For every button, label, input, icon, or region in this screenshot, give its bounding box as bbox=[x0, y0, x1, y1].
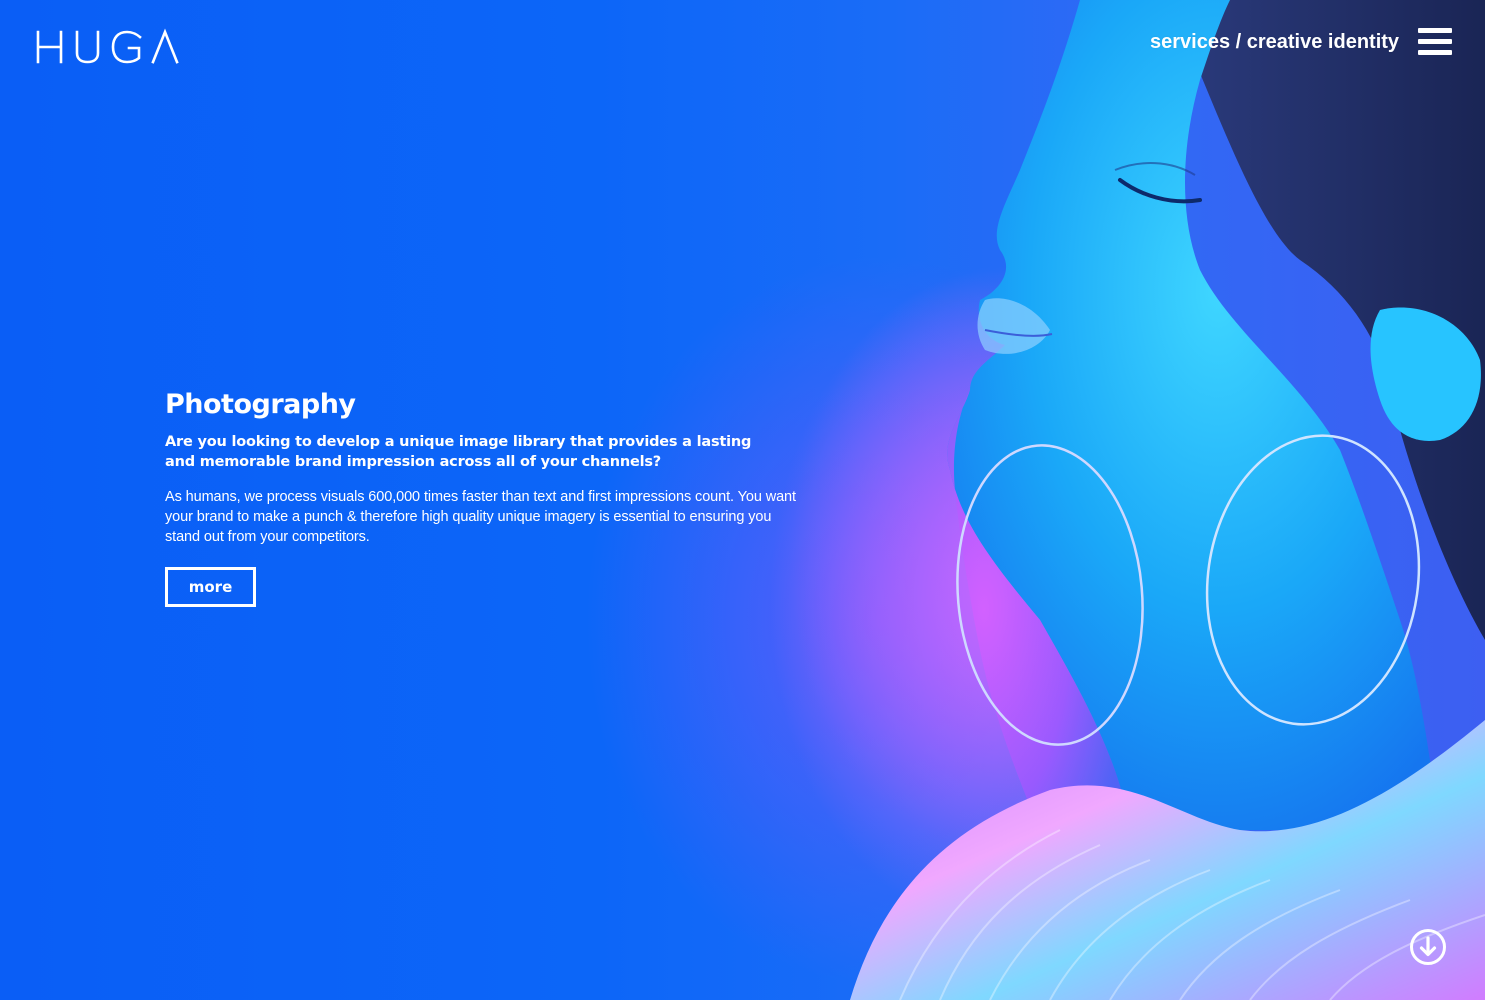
hero-content: Photography Are you looking to develop a… bbox=[165, 388, 805, 607]
huga-logo[interactable] bbox=[36, 26, 181, 68]
lead-paragraph: Are you looking to develop a unique imag… bbox=[165, 434, 752, 470]
hamburger-menu-icon[interactable] bbox=[1418, 26, 1454, 58]
arrow-down-circle-icon[interactable] bbox=[1409, 928, 1447, 966]
scroll-down-icon bbox=[1410, 929, 1446, 965]
body-paragraph: As humans, we process visuals 600,000 ti… bbox=[165, 489, 796, 545]
breadcrumb[interactable]: services / creative identity bbox=[1150, 28, 1415, 56]
page-title: Photography bbox=[165, 389, 356, 420]
huga-logo-mark bbox=[36, 28, 179, 64]
more-button[interactable]: more bbox=[165, 567, 256, 607]
